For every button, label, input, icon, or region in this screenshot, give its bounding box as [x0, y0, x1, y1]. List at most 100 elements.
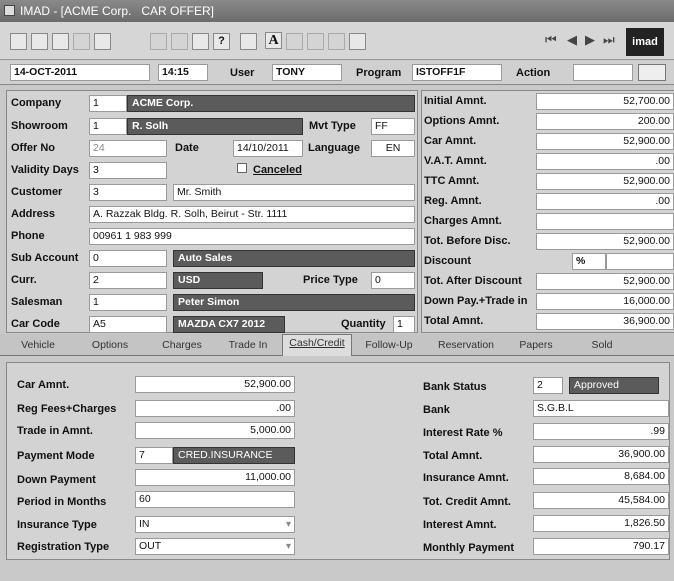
sub-account-label: Sub Account	[11, 252, 79, 264]
phone-label: Phone	[11, 230, 45, 242]
canceled-label: Canceled	[253, 164, 302, 176]
total-label: V.A.T. Amnt.	[424, 155, 487, 167]
validity-days-label: Validity Days	[11, 164, 79, 176]
total-label: Options Amnt.	[424, 115, 500, 127]
discount-percent-field[interactable]: %	[572, 253, 606, 270]
bank-status-name-field: Approved	[569, 377, 659, 394]
tab-follow-up[interactable]: Follow-Up	[356, 337, 422, 356]
calendar-icon[interactable]	[286, 33, 303, 50]
total-credit-field: 45,584.00	[533, 492, 669, 509]
tab-reservation[interactable]: Reservation	[428, 337, 504, 356]
car-code-input[interactable]: A5	[89, 316, 167, 333]
tab-papers[interactable]: Papers	[508, 337, 564, 356]
pencil-icon[interactable]	[73, 33, 90, 50]
mvt-type-input[interactable]: FF	[371, 118, 415, 135]
delete-record-icon[interactable]	[94, 33, 111, 50]
window-title: IMAD - [ACME Corp. CAR OFFER]	[20, 4, 215, 18]
tab-vehicle[interactable]: Vehicle	[8, 337, 68, 356]
clear-icon[interactable]	[171, 33, 188, 50]
interest-amount-label: Interest Amnt.	[423, 519, 497, 531]
company-code-input[interactable]: 1	[89, 95, 127, 112]
save-icon[interactable]	[150, 33, 167, 50]
tab-options[interactable]: Options	[80, 337, 140, 356]
user-display: TONY	[272, 64, 342, 81]
address-input[interactable]: A. Razzak Bldg. R. Solh, Beirut - Str. 1…	[89, 206, 415, 223]
cash-credit-panel: Car Amnt. 52,900.00 Reg Fees+Charges .00…	[6, 362, 670, 560]
salesman-code-input[interactable]: 1	[89, 294, 167, 311]
reg-fees-label: Reg Fees+Charges	[17, 403, 117, 415]
showroom-label: Showroom	[11, 120, 68, 132]
offer-no-label: Offer No	[11, 142, 55, 154]
interest-rate-input[interactable]: .99	[533, 423, 669, 440]
down-payment-label: Down Payment	[17, 474, 96, 486]
user-label: User	[230, 67, 255, 79]
customer-name-field[interactable]: Mr. Smith	[173, 184, 415, 201]
insurance-type-select[interactable]: IN	[135, 516, 295, 533]
language-input[interactable]: EN	[371, 140, 415, 157]
currency-name-field: USD	[173, 272, 263, 289]
first-record-icon[interactable]: ⏮	[545, 32, 557, 48]
total-label: Initial Amnt.	[424, 95, 487, 107]
period-months-input[interactable]: 60	[135, 491, 295, 508]
grid-icon[interactable]	[307, 33, 324, 50]
sub-account-code-input[interactable]: 0	[89, 250, 167, 267]
car-amount-field: 52,900.00	[135, 376, 295, 393]
down-payment-input[interactable]: 11,000.00	[135, 469, 295, 486]
bank-input[interactable]: S.G.B.L	[533, 400, 669, 417]
payment-mode-code-input[interactable]: 7	[135, 447, 173, 464]
action-button[interactable]	[638, 64, 666, 81]
salesman-label: Salesman	[11, 296, 63, 308]
copy-record-icon[interactable]	[52, 33, 69, 50]
customer-label: Customer	[11, 186, 63, 198]
next-record-icon[interactable]: ▶	[585, 32, 595, 48]
customer-code-input[interactable]: 3	[89, 184, 167, 201]
price-type-input[interactable]: 0	[371, 272, 415, 289]
attach-icon[interactable]	[349, 33, 366, 50]
car-amount-label: Car Amnt.	[17, 379, 70, 391]
total-label: Tot. After Discount	[424, 275, 522, 287]
tab-charges[interactable]: Charges	[152, 337, 212, 356]
previous-record-icon[interactable]: ◀	[567, 32, 577, 48]
last-record-icon[interactable]: ⏭	[603, 32, 615, 48]
edit-record-icon[interactable]	[31, 33, 48, 50]
header-row: 14-OCT-2011 14:15 User TONY Program ISTO…	[0, 61, 674, 85]
font-icon[interactable]: A	[265, 32, 282, 49]
insurance-amount-field: 8,684.00	[533, 468, 669, 485]
validity-days-input[interactable]: 3	[89, 162, 167, 179]
date-input[interactable]: 14/10/2011	[233, 140, 303, 157]
date-display: 14-OCT-2011	[10, 64, 150, 81]
insurance-type-label: Insurance Type	[17, 519, 97, 531]
action-label: Action	[516, 67, 551, 79]
mail-icon[interactable]	[328, 33, 345, 50]
tab-trade-in[interactable]: Trade In	[218, 337, 278, 356]
total-label: TTC Amnt.	[424, 175, 480, 187]
total-value: 16,000.00	[536, 293, 674, 310]
offer-no-input[interactable]: 24	[89, 140, 167, 157]
currency-code-input[interactable]: 2	[89, 272, 167, 289]
exit-icon[interactable]	[240, 33, 257, 50]
total-value: 52,700.00	[536, 93, 674, 110]
help-icon[interactable]: ?	[213, 33, 230, 50]
time-display: 14:15	[158, 64, 208, 81]
registration-type-select[interactable]: OUT	[135, 538, 295, 555]
total-value: 200.00	[536, 113, 674, 130]
phone-input[interactable]: 00961 1 983 999	[89, 228, 415, 245]
sub-account-name-field: Auto Sales	[173, 250, 415, 267]
bank-status-code-input[interactable]: 2	[533, 377, 563, 394]
title-bar: IMAD - [ACME Corp. CAR OFFER]	[0, 0, 674, 22]
company-label: Company	[11, 97, 62, 109]
total-label: Down Pay.+Trade in	[424, 295, 528, 307]
canceled-checkbox[interactable]	[237, 163, 247, 173]
query-icon[interactable]	[192, 33, 209, 50]
payment-mode-name-field: CRED.INSURANCE	[173, 447, 295, 464]
action-field[interactable]	[573, 64, 633, 81]
showroom-code-input[interactable]: 1	[89, 118, 127, 135]
bank-label: Bank	[423, 404, 450, 416]
quantity-input[interactable]: 1	[393, 316, 415, 333]
new-record-icon[interactable]	[10, 33, 27, 50]
registration-type-label: Registration Type	[17, 541, 110, 553]
address-label: Address	[11, 208, 56, 220]
total-value[interactable]	[606, 253, 674, 270]
tab-sold[interactable]: Sold	[572, 337, 632, 356]
tab-cash-credit[interactable]: Cash/Credit	[282, 334, 352, 356]
